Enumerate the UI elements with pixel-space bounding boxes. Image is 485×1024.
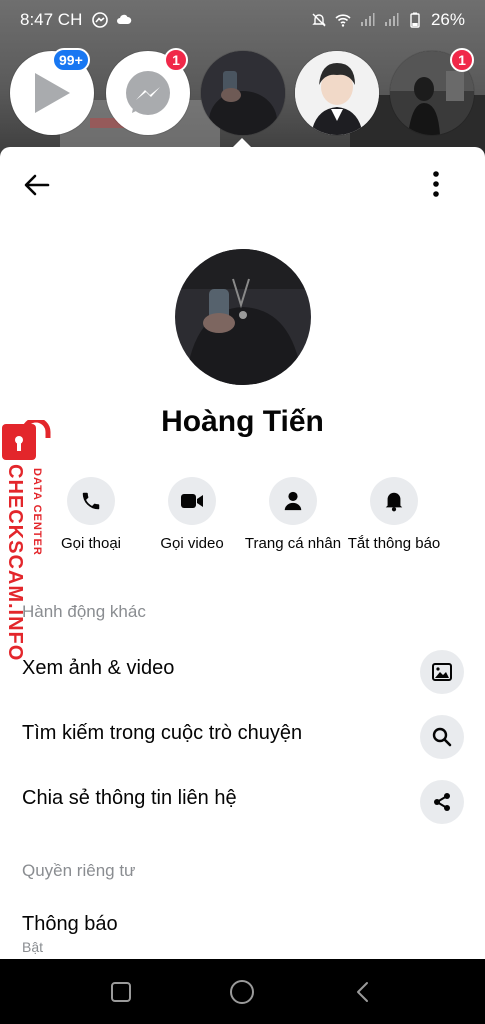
chat-head-anime-boy[interactable] — [295, 51, 379, 135]
avatar-photo — [175, 249, 311, 385]
profile-name: Hoàng Tiến — [161, 405, 324, 438]
action-icon-circle — [168, 477, 216, 525]
action-label: Gọi video — [160, 535, 224, 552]
more-options-button[interactable] — [424, 169, 448, 199]
kebab-menu-icon — [433, 171, 439, 197]
watermark-sub-text: DATA CENTER — [31, 468, 43, 556]
conversation-info-sheet: Hoàng Tiến Gọi thoại Gọi video Trang cá … — [0, 147, 485, 959]
mute-bell-icon — [312, 13, 326, 27]
recents-button[interactable] — [106, 977, 136, 1007]
status-time: 8:47 CH — [20, 10, 83, 29]
wifi-icon — [335, 14, 351, 27]
view-media-row[interactable]: Xem ảnh & video — [0, 643, 485, 703]
battery-icon — [410, 12, 420, 28]
chat-head-badge: 1 — [450, 48, 474, 72]
action-icon-circle — [67, 477, 115, 525]
row-label: Chia sẻ thông tin liên hệ — [22, 787, 237, 809]
action-icon-circle — [370, 477, 418, 525]
row-icon-circle — [420, 715, 464, 759]
row-label: Tìm kiếm trong cuộc trò chuyện — [22, 722, 303, 744]
mute-notifications-button[interactable]: Tắt thông báo — [339, 477, 449, 552]
status-bar: 8:47 CH 26% — [0, 0, 485, 40]
action-label: Tắt thông báo — [347, 535, 441, 552]
battery-level: 26% — [430, 10, 465, 29]
chat-heads-bar: 99+ 1 1 — [0, 48, 485, 144]
quick-actions: Gọi thoại Gọi video Trang cá nhân Tắt th… — [0, 477, 485, 557]
back-nav-button[interactable] — [348, 977, 378, 1007]
avatar-photo — [201, 51, 285, 135]
watermark-main-text: CHECKSCAM.INFO — [4, 464, 26, 662]
chat-head-badge: 99+ — [52, 48, 90, 72]
profile-page-button[interactable]: Trang cá nhân — [238, 477, 348, 552]
back-arrow-icon — [24, 174, 50, 196]
messenger-status-icon — [92, 12, 109, 28]
phone-icon — [82, 492, 100, 510]
share-contact-row[interactable]: Chia sẻ thông tin liên hệ — [0, 773, 485, 833]
image-icon — [432, 663, 452, 681]
video-call-button[interactable]: Gọi video — [137, 477, 247, 552]
avatar-photo — [295, 51, 379, 135]
notifications-row[interactable]: Thông báo Bật — [0, 899, 485, 959]
home-button[interactable] — [227, 977, 257, 1007]
row-sublabel: Bật — [22, 939, 44, 955]
row-icon-circle — [420, 780, 464, 824]
person-icon — [284, 491, 302, 511]
action-label: Trang cá nhân — [244, 535, 342, 552]
home-icon — [230, 980, 254, 1004]
chat-head-hoang-tien[interactable] — [201, 51, 285, 135]
video-camera-icon — [181, 494, 203, 508]
recents-icon — [111, 982, 131, 1002]
signal-icon-2 — [384, 13, 399, 26]
row-label: Thông báo — [22, 913, 118, 935]
row-label: Xem ảnh & video — [22, 657, 175, 679]
cloud-icon — [117, 14, 132, 24]
bell-icon — [385, 492, 403, 512]
share-icon — [434, 793, 450, 811]
profile-avatar[interactable] — [175, 249, 311, 385]
lock-icon — [2, 420, 51, 460]
action-icon-circle — [269, 477, 317, 525]
search-icon — [432, 727, 452, 747]
section-title-privacy: Quyền riêng tư — [22, 861, 136, 880]
row-icon-circle — [420, 650, 464, 694]
signal-icon — [360, 13, 375, 26]
system-nav-bar — [0, 959, 485, 1024]
checkscam-watermark: CHECKSCAM.INFO DATA CENTER — [0, 420, 60, 662]
search-conversation-row[interactable]: Tìm kiếm trong cuộc trò chuyện — [0, 708, 485, 768]
chevron-left-icon — [357, 982, 368, 1002]
back-button[interactable] — [22, 171, 52, 199]
chat-head-badge: 1 — [164, 48, 188, 72]
